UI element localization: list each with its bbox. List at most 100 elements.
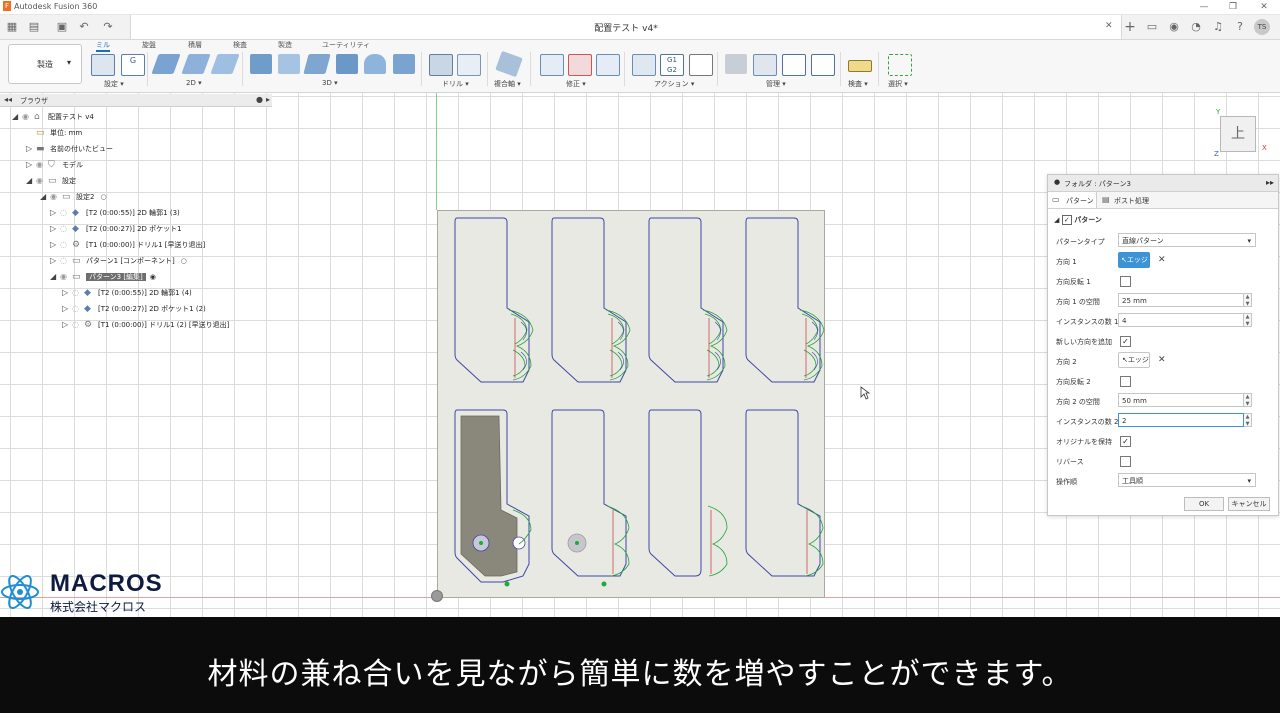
clear-direction2-icon[interactable]: ✕ — [1158, 355, 1166, 365]
tab-fabrication[interactable]: 製造 — [278, 40, 292, 50]
group-drilling[interactable]: ドリル ▾ — [442, 79, 469, 89]
tab-inspection[interactable]: 検査 — [233, 40, 247, 50]
flip-direction1-checkbox[interactable] — [1120, 276, 1131, 287]
browser-pin-icon[interactable]: ▸ — [266, 95, 270, 104]
app-grid-icon[interactable]: ▦ — [4, 19, 20, 35]
tab-pattern[interactable]: ▭ パターン — [1048, 192, 1097, 208]
extensions-icon[interactable]: ◉ — [1166, 19, 1182, 35]
machine-library-icon[interactable] — [753, 54, 777, 76]
clear-direction1-icon[interactable]: ✕ — [1158, 255, 1166, 265]
help-icon[interactable]: ? — [1232, 19, 1248, 35]
setup-sheet-icon[interactable] — [689, 54, 713, 76]
tab-mill[interactable]: ミル — [96, 40, 110, 52]
user-avatar[interactable]: TS — [1254, 19, 1270, 35]
maximize-button[interactable]: ❐ — [1221, 1, 1245, 13]
hole-recognition-icon[interactable] — [457, 54, 481, 76]
dialog-header[interactable]: ● フォルダ : パターン3 ▸▸ — [1048, 175, 1278, 192]
direction1-select-button[interactable]: ↖エッジ — [1118, 252, 1150, 268]
tab-utilities[interactable]: ユーティリティ — [322, 40, 370, 50]
tree-row-operation[interactable]: ▷ ◌ ◆ [T2 (0:00:55)] 2D 輪郭1 (4) — [62, 288, 192, 304]
count2-spinner[interactable]: ▲ ▼ — [1244, 413, 1252, 427]
3d-contour-icon[interactable] — [336, 54, 358, 74]
group-manage[interactable]: 管理 ▾ — [766, 79, 786, 89]
view-cube[interactable]: 上 Y X Z — [1212, 108, 1272, 158]
tree-row-operation[interactable]: ▷ ◌ ◆ [T2 (0:00:27)] 2D ポケット1 — [50, 224, 182, 240]
minimize-button[interactable]: — — [1192, 1, 1216, 13]
chat-icon[interactable]: ▭ — [1144, 19, 1160, 35]
nc-program-icon[interactable]: G — [121, 54, 145, 76]
close-window-button[interactable]: ✕ — [1252, 1, 1276, 13]
tab-additive[interactable]: 積層 — [188, 40, 202, 50]
group-3d[interactable]: 3D ▾ — [322, 79, 338, 87]
pattern-type-select[interactable]: 直線パターン ▾ — [1118, 233, 1256, 247]
multi-axis-icon[interactable] — [495, 50, 523, 78]
3d-horizontal-icon[interactable] — [393, 54, 415, 74]
group-multi-axis[interactable]: 複合軸 ▾ — [494, 79, 521, 89]
section-pattern[interactable]: ◢ ✓ パターン — [1054, 215, 1102, 225]
tree-row-pattern1[interactable]: ▷ ◌ ▭ パターン1 [コンポーネント] ○ — [50, 256, 187, 272]
ok-button[interactable]: OK — [1184, 497, 1224, 511]
simulate-icon[interactable] — [632, 54, 656, 76]
2d-pocket-icon[interactable] — [181, 54, 211, 74]
tree-row-model[interactable]: ▷ ◉ ⛉ モデル — [26, 160, 83, 176]
tree-row-setups[interactable]: ◢ ◉ ▭ 設定 — [26, 176, 76, 192]
view-cube-top-face[interactable]: 上 — [1220, 116, 1256, 152]
count2-input[interactable]: 2 — [1118, 413, 1244, 427]
operation-order-select[interactable]: 工具順 ▾ — [1118, 473, 1256, 487]
cut-icon[interactable] — [540, 54, 564, 76]
post-library-icon[interactable] — [782, 54, 806, 76]
expand-dialog-icon[interactable]: ▸▸ — [1266, 178, 1274, 187]
select-icon[interactable] — [888, 54, 912, 76]
template-library-icon[interactable] — [811, 54, 835, 76]
group-2d[interactable]: 2D ▾ — [186, 79, 202, 87]
group-select[interactable]: 選択 ▾ — [888, 79, 908, 89]
tree-row-operation[interactable]: ▷ ◌ ⚙ [T1 (0:00:00)] ドリル1 (2) [早送り退出] — [62, 320, 229, 336]
tree-row-document[interactable]: ◢ ◉ ⌂ 配置テスト v4 — [12, 112, 94, 128]
3d-adaptive-icon[interactable] — [250, 54, 272, 74]
spacing2-spinner[interactable]: ▲ ▼ — [1244, 393, 1252, 407]
document-tab[interactable]: 配置テスト v4* ✕ — [130, 15, 1122, 39]
tree-row-setup2[interactable]: ◢ ◉ ▭ 設定2 ○ — [40, 192, 107, 208]
notifications-icon[interactable]: ♫ — [1210, 19, 1226, 35]
flip-direction2-checkbox[interactable] — [1120, 376, 1131, 387]
save-icon[interactable]: ▣ — [54, 19, 70, 35]
delete-toolpath-icon[interactable] — [568, 54, 592, 76]
spacing1-input[interactable]: 25 mm — [1118, 293, 1244, 307]
reverse-checkbox[interactable] — [1120, 456, 1131, 467]
tree-row-operation[interactable]: ▷ ◌ ◆ [T2 (0:00:55)] 2D 輪郭1 (3) — [50, 208, 180, 224]
direction2-select-button[interactable]: ↖エッジ — [1118, 352, 1150, 368]
redo-icon[interactable]: ↷ — [100, 19, 116, 35]
tool-library-icon[interactable] — [725, 54, 747, 74]
post-process-icon[interactable]: G1 G2 — [660, 54, 684, 76]
collapse-panel-icon[interactable]: ◂◂ — [4, 95, 12, 104]
copy-toolpath-icon[interactable] — [596, 54, 620, 76]
workspace-switcher[interactable]: 製造 ▾ — [8, 44, 82, 84]
3d-parallel-icon[interactable] — [303, 54, 331, 74]
toolpath-pattern[interactable] — [437, 210, 825, 600]
setup-folder-icon[interactable] — [91, 54, 115, 76]
add-direction-checkbox[interactable]: ✓ — [1120, 336, 1131, 347]
file-menu-icon[interactable]: ▤ — [26, 19, 42, 35]
group-inspect[interactable]: 検査 ▾ — [848, 79, 868, 89]
spacing1-spinner[interactable]: ▲ ▼ — [1244, 293, 1252, 307]
keep-original-checkbox[interactable]: ✓ — [1120, 436, 1131, 447]
measure-icon[interactable] — [848, 60, 872, 72]
spacing2-input[interactable]: 50 mm — [1118, 393, 1244, 407]
group-setup[interactable]: 設定 ▾ — [104, 79, 124, 89]
tab-post-process[interactable]: ▤ ポスト処理 — [1098, 192, 1158, 208]
tab-turning[interactable]: 旋盤 — [142, 40, 156, 50]
undo-icon[interactable]: ↶ — [76, 19, 92, 35]
close-tab-icon[interactable]: ✕ — [1105, 21, 1113, 31]
3d-pocket-icon[interactable] — [278, 54, 300, 74]
tree-row-units[interactable]: ▭ 単位: mm — [26, 128, 82, 144]
tree-row-pattern3[interactable]: ◢ ◉ ▭ パターン3 [編集] ◉ — [50, 272, 156, 288]
count1-input[interactable]: 4 — [1118, 313, 1244, 327]
tree-row-operation[interactable]: ▷ ◌ ⚙ [T1 (0:00:00)] ドリル1 [早送り退出] — [50, 240, 205, 256]
2d-adaptive-icon[interactable] — [151, 54, 181, 74]
2d-contour-icon[interactable] — [210, 54, 240, 74]
new-tab-icon[interactable]: + — [1122, 19, 1138, 35]
group-modify[interactable]: 修正 ▾ — [566, 79, 586, 89]
3d-scallop-icon[interactable] — [364, 54, 386, 74]
browser-options-icon[interactable]: ● — [256, 95, 263, 104]
cancel-button[interactable]: キャンセル — [1228, 497, 1270, 511]
